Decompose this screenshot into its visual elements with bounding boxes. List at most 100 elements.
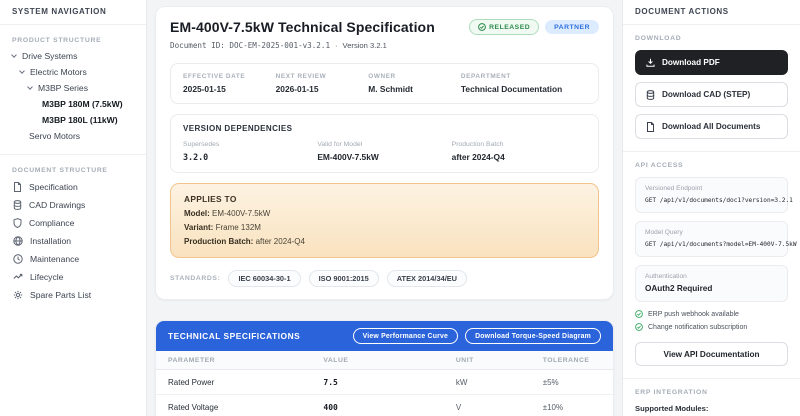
tech-specs-header: TECHNICAL SPECIFICATIONS View Performanc…	[156, 321, 613, 351]
chevron-down-icon	[27, 84, 33, 90]
tree-item-m3bp-180l[interactable]: M3BP 180L (11kW)	[0, 112, 146, 128]
vd-field-valid-model: Valid for Model EM-400V-7.5kW	[317, 141, 451, 162]
download-torque-speed-button[interactable]: Download Torque-Speed Diagram	[465, 328, 601, 344]
gear-icon	[13, 290, 23, 300]
vd-field-production-batch: Production Batch after 2024-Q4	[452, 141, 586, 162]
doc-item-installation[interactable]: Installation	[0, 232, 146, 250]
doc-item-lifecycle[interactable]: Lifecycle	[0, 268, 146, 286]
tech-specs-title: TECHNICAL SPECIFICATIONS	[168, 331, 300, 341]
main-content: EM-400V-7.5kW Technical Specification RE…	[147, 0, 622, 416]
doc-item-label: Spare Parts List	[30, 290, 91, 300]
doc-item-label: Compliance	[29, 218, 74, 228]
doc-item-label: CAD Drawings	[29, 200, 85, 210]
sidebar-title: SYSTEM NAVIGATION	[0, 0, 146, 25]
applies-to-batch: Production Batch: after 2024-Q4	[184, 237, 585, 246]
api-versioned-endpoint-card: Versioned Endpoint GET /api/v1/documents…	[635, 177, 788, 213]
tree-item-label: M3BP 180L (11kW)	[42, 115, 118, 125]
api-query-code: GET /api/v1/documents?model=EM-400V-7.5k…	[645, 241, 778, 248]
metadata-field-department: DEPARTMENT Technical Documentation	[461, 73, 586, 94]
doc-item-specification[interactable]: Specification	[0, 178, 146, 196]
page-title: EM-400V-7.5kW Technical Specification	[170, 19, 435, 35]
erp-integration-label: ERP INTEGRATION	[635, 389, 788, 396]
column-unit: UNIT	[444, 351, 531, 369]
database-icon	[13, 200, 22, 210]
applies-to-title: APPLIES TO	[184, 194, 585, 204]
chevron-down-icon	[19, 68, 25, 74]
download-icon	[646, 58, 655, 67]
column-value: VALUE	[311, 351, 444, 369]
trend-line-icon	[13, 272, 23, 282]
doc-item-maintenance[interactable]: Maintenance	[0, 250, 146, 268]
standard-pill-atex: ATEX 2014/34/EU	[387, 270, 467, 287]
applies-to-model: Model: EM-400V-7.5kW	[184, 209, 585, 218]
download-cad-button[interactable]: Download CAD (STEP)	[635, 82, 788, 107]
database-icon	[646, 90, 655, 100]
tree-item-servo-motors[interactable]: Servo Motors	[0, 128, 146, 144]
api-endpoint-code: GET /api/v1/documents/doc1?version=3.2.1	[645, 197, 778, 204]
document-icon	[646, 122, 655, 132]
released-label: RELEASED	[489, 24, 530, 31]
standards-label: STANDARDS:	[170, 275, 220, 282]
check-circle-icon	[635, 323, 643, 331]
document-actions-title: DOCUMENT ACTIONS	[623, 0, 800, 25]
check-circle-icon	[635, 310, 643, 318]
version-text: Version 3.2.1	[343, 41, 387, 50]
api-model-query-card: Model Query GET /api/v1/documents?model=…	[635, 221, 788, 257]
document-header-card: EM-400V-7.5kW Technical Specification RE…	[155, 6, 614, 300]
tree-item-drive-systems[interactable]: Drive Systems	[0, 48, 146, 64]
version-dependencies-title: VERSION DEPENDENCIES	[183, 124, 586, 133]
partner-badge: PARTNER	[545, 20, 599, 34]
auth-method: OAuth2 Required	[645, 284, 778, 293]
divider	[623, 378, 800, 379]
document-actions-sidebar: DOCUMENT ACTIONS DOWNLOAD Download PDF D…	[622, 0, 800, 416]
metadata-card: EFFECTIVE DATE 2025-01-15 NEXT REVIEW 20…	[170, 63, 599, 104]
table-row: Rated Power 7.5 kW ±5%	[156, 370, 613, 395]
tree-item-electric-motors[interactable]: Electric Motors	[0, 64, 146, 80]
tree-item-m3bp-180m[interactable]: M3BP 180M (7.5kW)	[0, 96, 146, 112]
tree-item-label: Servo Motors	[29, 131, 80, 141]
tree-item-label: M3BP Series	[38, 83, 88, 93]
version-dependencies-card: VERSION DEPENDENCIES Supersedes 3.2.0 Va…	[170, 114, 599, 173]
globe-icon	[13, 236, 23, 246]
api-access-label: API ACCESS	[635, 162, 788, 169]
tree-item-label: Drive Systems	[22, 51, 77, 61]
doc-item-label: Installation	[30, 236, 71, 246]
view-performance-curve-button[interactable]: View Performance Curve	[353, 328, 458, 344]
doc-item-label: Lifecycle	[30, 272, 63, 282]
table-row: Rated Voltage 400 V ±10%	[156, 395, 613, 416]
divider	[623, 151, 800, 152]
doc-item-label: Maintenance	[30, 254, 79, 264]
doc-item-spare-parts[interactable]: Spare Parts List	[0, 286, 146, 304]
download-section-label: DOWNLOAD	[635, 35, 788, 42]
doc-item-cad-drawings[interactable]: CAD Drawings	[0, 196, 146, 214]
download-pdf-button[interactable]: Download PDF	[635, 50, 788, 75]
metadata-field-effective-date: EFFECTIVE DATE 2025-01-15	[183, 73, 276, 94]
download-all-button[interactable]: Download All Documents	[635, 114, 788, 139]
column-parameter: PARAMETER	[156, 351, 311, 369]
applies-to-callout: APPLIES TO Model: EM-400V-7.5kW Variant:…	[170, 183, 599, 258]
standard-pill-iso: ISO 9001:2015	[309, 270, 379, 287]
api-authentication-card: Authentication OAuth2 Required	[635, 265, 788, 302]
metadata-field-owner: OWNER M. Schmidt	[368, 73, 461, 94]
document-icon	[13, 182, 22, 192]
released-status-badge: RELEASED	[469, 19, 539, 35]
doc-item-compliance[interactable]: Compliance	[0, 214, 146, 232]
tree-item-label: M3BP 180M (7.5kW)	[42, 99, 123, 109]
document-id: Document ID: DOC-EM-2025-001-v3.2.1	[170, 41, 330, 50]
document-structure-label: DOCUMENT STRUCTURE	[0, 155, 146, 178]
clock-icon	[13, 254, 23, 264]
column-tolerance: TOLERANCE	[531, 351, 613, 369]
view-api-documentation-button[interactable]: View API Documentation	[635, 342, 788, 366]
applies-to-variant: Variant: Frame 132M	[184, 223, 585, 232]
separator-dot: ·	[335, 41, 338, 50]
vd-field-supersedes: Supersedes 3.2.0	[183, 141, 317, 162]
shield-icon	[13, 218, 22, 228]
doc-item-label: Specification	[29, 182, 78, 192]
tree-item-m3bp-series[interactable]: M3BP Series	[0, 80, 146, 96]
metadata-field-next-review: NEXT REVIEW 2026-01-15	[276, 73, 369, 94]
check-circle-icon	[478, 23, 486, 31]
feature-notification: Change notification subscription	[635, 323, 788, 331]
standard-pill-iec: IEC 60034-30-1	[228, 270, 300, 287]
technical-specifications-card: TECHNICAL SPECIFICATIONS View Performanc…	[155, 320, 614, 416]
chevron-down-icon	[11, 52, 17, 58]
